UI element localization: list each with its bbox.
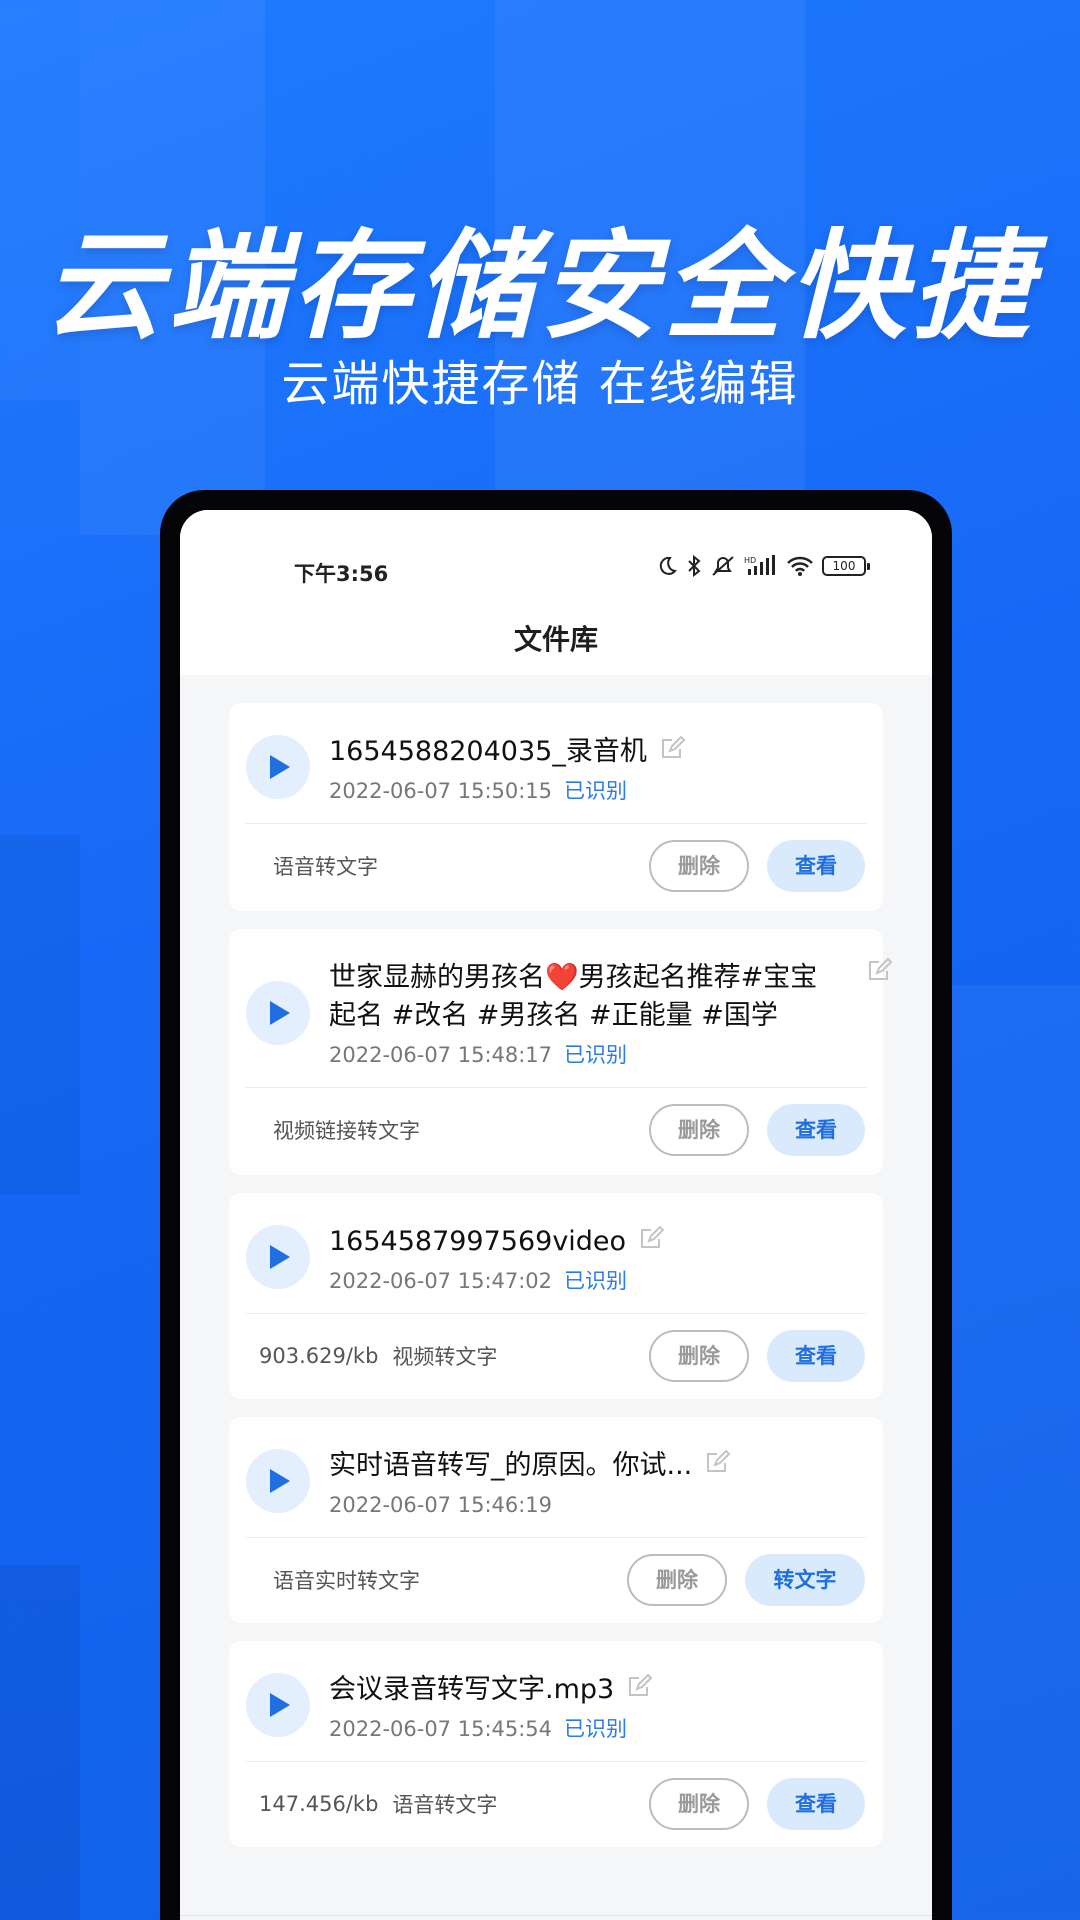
file-card-header: 1654587997569video 2022-06-07 15:47:02 已识…: [229, 1193, 883, 1313]
view-button[interactable]: 查看: [767, 1330, 865, 1382]
view-button[interactable]: 查看: [767, 1104, 865, 1156]
file-card-footer: 语音实时转文字 删除 转文字: [229, 1538, 883, 1622]
wifi-icon: [787, 556, 813, 576]
file-date: 2022-06-07 15:47:02: [329, 1269, 553, 1293]
edit-icon[interactable]: [660, 735, 686, 761]
file-title: 会议录音转写文字.mp3: [329, 1674, 615, 1705]
file-meta: 2022-06-07 15:47:02 已识别: [329, 1265, 853, 1297]
status-icons: HD 100: [656, 554, 870, 578]
file-list: 1654588204035_录音机 2022-06-07 15:50:15 已识别…: [229, 703, 893, 1865]
recognized-status: 已识别: [564, 1269, 628, 1293]
file-card-footer: 903.629/kb 视频转文字 删除 查看: [229, 1314, 883, 1398]
file-title: 1654587997569video: [329, 1226, 627, 1257]
moon-icon: [659, 556, 677, 575]
file-card-footer: 147.456/kb 语音转文字 删除 查看: [229, 1762, 883, 1846]
file-card-footer: 语音转文字 删除 查看: [229, 824, 883, 908]
file-type: 语音转文字: [392, 1793, 498, 1817]
play-icon: [270, 1001, 290, 1025]
edit-icon[interactable]: [627, 1673, 653, 1699]
file-size: 147.456/kb: [259, 1792, 379, 1816]
file-card-header: 1654588204035_录音机 2022-06-07 15:50:15 已识别: [229, 703, 883, 823]
edit-icon[interactable]: [867, 957, 893, 983]
hero-title: 云端存储安全快捷: [43, 217, 1036, 355]
delete-button[interactable]: 删除: [649, 1778, 749, 1830]
battery-icon: 100: [822, 556, 870, 576]
file-size: 903.629/kb: [259, 1344, 379, 1368]
file-card[interactable]: 世家显赫的男孩名❤️男孩起名推荐#宝宝起名 #改名 #男孩名 #正能量 #国学 …: [229, 929, 893, 1175]
file-card[interactable]: 1654587997569video 2022-06-07 15:47:02 已识…: [229, 1193, 883, 1399]
file-meta: 2022-06-07 15:45:54 已识别: [329, 1713, 853, 1745]
play-icon: [270, 1469, 290, 1493]
file-card[interactable]: 会议录音转写文字.mp3 2022-06-07 15:45:54 已识别 147.…: [229, 1641, 883, 1847]
recognized-status: 已识别: [564, 1043, 628, 1067]
recognized-status: 已识别: [564, 1717, 628, 1741]
transcribe-button[interactable]: 转文字: [745, 1554, 865, 1606]
play-icon: [270, 755, 290, 779]
file-meta: 2022-06-07 15:50:15 已识别: [329, 775, 853, 807]
background-block: [0, 835, 80, 1195]
play-button[interactable]: [246, 1673, 310, 1737]
play-button[interactable]: [246, 1449, 310, 1513]
status-time: 下午3:56: [294, 562, 389, 586]
file-type: 语音实时转文字: [273, 1569, 420, 1593]
page-title: 文件库: [513, 623, 598, 656]
delete-button[interactable]: 删除: [649, 1104, 749, 1156]
file-title: 1654588204035_录音机: [329, 736, 647, 767]
view-button[interactable]: 查看: [767, 840, 865, 892]
recognized-status: 已识别: [564, 779, 628, 803]
background-block: [950, 985, 1080, 1920]
play-button[interactable]: [246, 1225, 310, 1289]
file-card-footer: 视频链接转文字 删除 查看: [229, 1088, 883, 1172]
mute-icon: [712, 556, 734, 576]
file-card-header: 会议录音转写文字.mp3 2022-06-07 15:45:54 已识别: [229, 1641, 883, 1761]
file-meta: 2022-06-07 15:46:19: [329, 1489, 853, 1521]
file-card-header: 实时语音转写_的原因。你试... 2022-06-07 15:46:19: [229, 1417, 883, 1537]
view-button[interactable]: 查看: [767, 1778, 865, 1830]
play-icon: [270, 1693, 290, 1717]
file-title: 实时语音转写_的原因。你试...: [329, 1450, 693, 1481]
file-type: 语音转文字: [273, 855, 378, 879]
file-date: 2022-06-07 15:46:19: [329, 1493, 553, 1517]
svg-text:HD: HD: [744, 556, 756, 565]
file-card[interactable]: 1654588204035_录音机 2022-06-07 15:50:15 已识别…: [229, 703, 883, 911]
play-icon: [270, 1245, 290, 1269]
play-button[interactable]: [246, 981, 310, 1045]
file-date: 2022-06-07 15:50:15: [329, 779, 553, 803]
bottom-nav: [180, 1915, 932, 1920]
edit-icon[interactable]: [639, 1225, 665, 1251]
file-type: 视频转文字: [392, 1345, 498, 1369]
phone-screen: 下午3:56 HD 100 文件库 1654588204035_录音机 2022…: [180, 510, 932, 1920]
file-title: 世家显赫的男孩名❤️男孩起名推荐#宝宝起名 #改名 #男孩名 #正能量 #国学: [329, 962, 818, 1031]
file-date: 2022-06-07 15:45:54: [329, 1717, 553, 1741]
delete-button[interactable]: 删除: [649, 840, 749, 892]
file-type: 视频链接转文字: [273, 1119, 420, 1143]
top-bar: 下午3:56 HD 100 文件库: [180, 510, 932, 675]
background-block: [0, 1565, 80, 1920]
file-card[interactable]: 实时语音转写_的原因。你试... 2022-06-07 15:46:19 语音实…: [229, 1417, 883, 1623]
bluetooth-icon: [688, 554, 701, 578]
edit-icon[interactable]: [705, 1449, 731, 1475]
delete-button[interactable]: 删除: [627, 1554, 727, 1606]
play-button[interactable]: [246, 735, 310, 799]
hd-signal-icon: HD: [744, 555, 775, 575]
file-meta: 2022-06-07 15:48:17 已识别: [329, 1039, 839, 1071]
file-date: 2022-06-07 15:48:17: [329, 1043, 553, 1067]
file-card-header: 世家显赫的男孩名❤️男孩起名推荐#宝宝起名 #改名 #男孩名 #正能量 #国学 …: [229, 929, 893, 1087]
hero-subtitle: 云端快捷存储 在线编辑: [281, 356, 799, 412]
delete-button[interactable]: 删除: [649, 1330, 749, 1382]
